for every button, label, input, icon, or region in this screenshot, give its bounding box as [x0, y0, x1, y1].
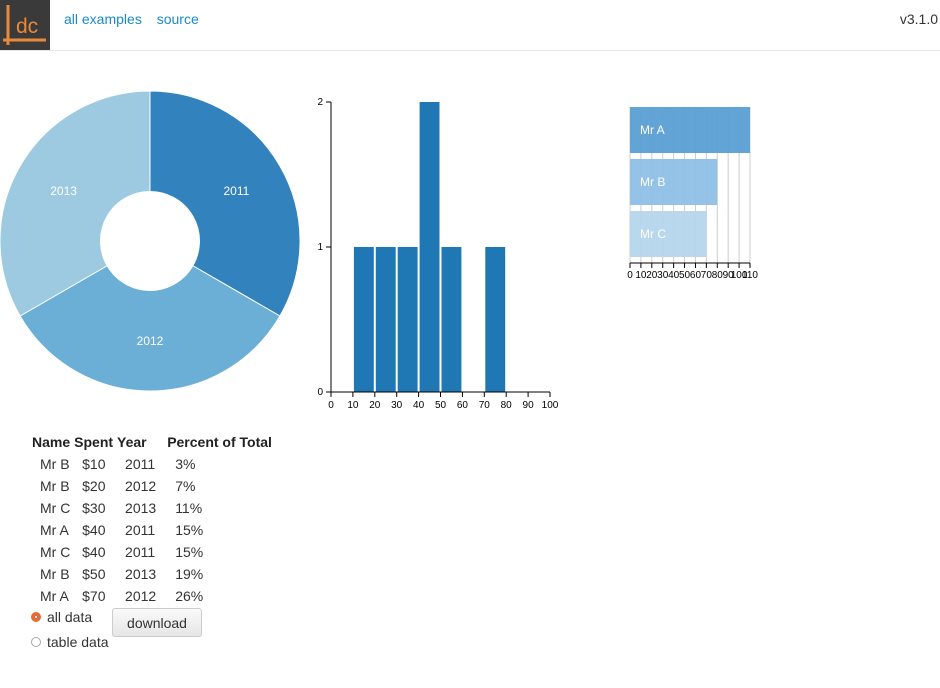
table-cell: Mr B	[40, 566, 70, 582]
table-cell: 7%	[175, 478, 196, 494]
row-x-tick-label: 80	[712, 270, 724, 281]
top-nav: all examples source	[64, 11, 210, 27]
download-button[interactable]: download	[112, 608, 202, 637]
table-header-row: Name Spent Year Percent of Total	[31, 431, 275, 453]
x-tick-label: 100	[542, 400, 559, 411]
row-x-tick-label: 110	[742, 270, 758, 281]
table-cell: 2013	[125, 566, 157, 582]
table-cell: 15%	[175, 544, 204, 560]
table-row: Mr B $10 2011 3%	[31, 453, 275, 475]
pie-label-2011: 2011	[223, 184, 249, 198]
table-body: Mr B $10 2011 3% Mr B $20 2012 7% Mr C $30 2013 11%…	[31, 453, 275, 607]
table-cell: 11%	[175, 500, 203, 516]
table-cell: Mr C	[40, 544, 71, 560]
x-tick-label: 20	[369, 400, 381, 411]
table-cell: 3%	[175, 456, 196, 472]
histogram-bar[interactable]	[375, 247, 396, 392]
table-row: Mr B $20 2012 7%	[31, 475, 275, 497]
table-cell: Mr C	[40, 500, 71, 516]
column-header: Spent	[74, 434, 114, 450]
x-tick-label: 90	[523, 400, 535, 411]
table-cell: 2012	[125, 478, 157, 494]
row-label: Mr C	[640, 227, 666, 241]
y-tick-label: 1	[317, 242, 323, 253]
table-cell: 26%	[175, 588, 204, 604]
all-examples-link[interactable]: all examples	[64, 11, 142, 27]
radio-all-data-label: all data	[47, 609, 93, 625]
table-row: Mr B $50 2013 19%	[31, 563, 275, 585]
pie-slice-2013[interactable]	[0, 91, 151, 317]
table-row: Mr A $40 2011 15%	[31, 519, 275, 541]
version-label: v3.1.0	[899, 11, 938, 27]
name-row-chart: Mr AMr BMr C0 10 20 30 40 50 60 70 80 90100110	[627, 107, 758, 281]
table-cell: $40	[82, 522, 106, 538]
row-x-tick-label: 70	[701, 270, 713, 281]
table-cell: 2011	[125, 522, 156, 538]
histogram-bar[interactable]	[485, 247, 506, 392]
table-cell: 19%	[175, 566, 204, 582]
logo-text: dc	[16, 15, 38, 38]
column-header: Percent of Total	[167, 434, 272, 450]
row-x-tick-label: 20	[646, 270, 658, 281]
table-cell: $20	[82, 478, 106, 494]
x-tick-label: 30	[391, 400, 403, 411]
x-tick-label: 40	[413, 400, 425, 411]
table-cell: 2011	[125, 544, 156, 560]
x-tick-label: 10	[347, 400, 359, 411]
x-tick-label: 70	[479, 400, 491, 411]
histogram-bar[interactable]	[441, 247, 462, 392]
row-x-tick-label: 0	[627, 270, 633, 281]
radio-table-data-label: table data	[47, 634, 109, 650]
radio-table-data-button[interactable]	[31, 637, 41, 647]
y-tick-label: 2	[317, 97, 323, 108]
row-x-tick-label: 50	[679, 270, 691, 281]
table-cell: Mr A	[40, 588, 69, 604]
table-cell: $40	[82, 544, 106, 560]
radio-table-data[interactable]: table data	[31, 634, 109, 650]
data-table: Name Spent Year Percent of Total Mr B $10 201…	[31, 431, 275, 607]
column-header: Name	[32, 434, 71, 450]
table-cell: 2011	[125, 456, 156, 472]
column-header: Year	[117, 434, 147, 450]
row-x-tick-label: 40	[668, 270, 680, 281]
pie-slice-2011[interactable]	[149, 91, 300, 317]
dc-logo[interactable]: dc	[0, 0, 50, 50]
histogram-bar[interactable]	[397, 247, 418, 392]
x-tick-label: 50	[435, 400, 447, 411]
row-label: Mr A	[640, 123, 665, 137]
radio-all-data[interactable]: all data	[31, 609, 92, 625]
table-cell: $70	[82, 588, 106, 604]
year-pie-chart: 2011 2012 2013	[0, 91, 300, 392]
table-row: Mr A $70 2012 26%	[31, 585, 275, 607]
radio-all-data-button[interactable]	[31, 612, 41, 622]
source-link[interactable]: source	[157, 11, 199, 27]
table-cell: Mr B	[40, 478, 70, 494]
table-cell: $50	[82, 566, 106, 582]
table-cell: 2013	[125, 500, 157, 516]
top-bar: dc all examples source v3.1.0	[0, 0, 940, 51]
x-tick-label: 0	[328, 400, 334, 411]
histogram-bar[interactable]	[353, 247, 374, 392]
x-tick-label: 60	[457, 400, 469, 411]
table-cell: $10	[82, 456, 106, 472]
x-tick-label: 80	[501, 400, 513, 411]
table-cell: Mr B	[40, 456, 70, 472]
table-cell: $30	[82, 500, 106, 516]
histogram-bar[interactable]	[419, 102, 440, 392]
logo-mark: dc	[3, 5, 46, 45]
table-cell: 15%	[175, 522, 204, 538]
table-cell: Mr A	[40, 522, 69, 538]
table-row: Mr C $40 2011 15%	[31, 541, 275, 563]
table-cell: 2012	[125, 588, 157, 604]
spend-histogram: 0 10 20 30 40 50 60 70 80 90 100 0 1 2	[317, 97, 559, 411]
table-row: Mr C $30 2013 11%	[31, 497, 275, 519]
y-tick-label: 0	[317, 387, 323, 398]
row-x-tick-label: 10	[635, 270, 647, 281]
pie-label-2012: 2012	[137, 334, 164, 348]
pie-label-2013: 2013	[50, 184, 77, 198]
row-x-tick-label: 30	[657, 270, 669, 281]
row-x-tick-label: 60	[690, 270, 702, 281]
row-label: Mr B	[640, 175, 665, 189]
